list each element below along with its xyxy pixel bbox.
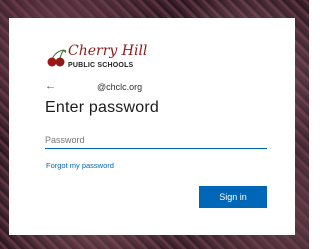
sign-in-button[interactable]: Sign in	[199, 186, 267, 208]
account-identity: @chclc.org	[97, 82, 143, 92]
back-arrow-icon[interactable]: ←	[45, 80, 56, 92]
password-input[interactable]	[45, 131, 267, 149]
signin-card: Cherry Hill PUBLIC SCHOOLS ← @chclc.org …	[9, 18, 295, 235]
cherries-icon	[47, 49, 67, 67]
school-logo: Cherry Hill PUBLIC SCHOOLS	[46, 42, 156, 72]
logo-wordmark: Cherry Hill	[68, 43, 148, 59]
forgot-password-link[interactable]: Forgot my password	[46, 161, 114, 170]
logo-subtitle: PUBLIC SCHOOLS	[68, 62, 134, 69]
password-field-wrapper	[45, 130, 267, 149]
page-title: Enter password	[45, 99, 159, 116]
